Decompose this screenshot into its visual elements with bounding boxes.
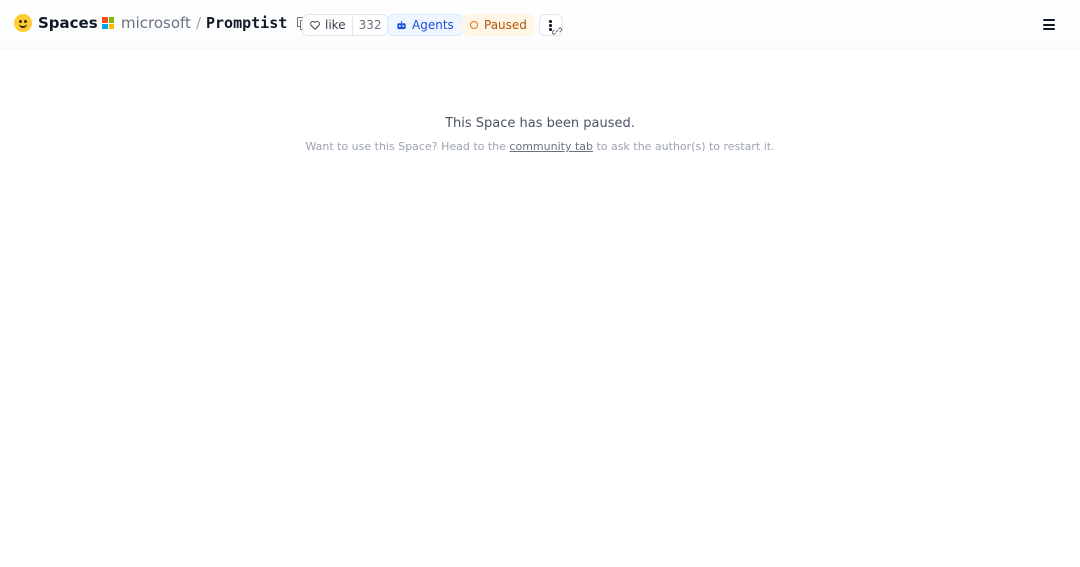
top-bar: Spaces microsoft / Promptist like 332 Ag… bbox=[0, 0, 1080, 50]
hugging-face-logo-icon bbox=[14, 14, 32, 32]
breadcrumb-separator: / bbox=[195, 14, 201, 32]
pause-circle-icon bbox=[470, 21, 478, 29]
status-label: Paused bbox=[484, 18, 527, 32]
paused-title: This Space has been paused. bbox=[445, 116, 635, 131]
repo-breadcrumb: microsoft / Promptist bbox=[102, 14, 311, 32]
repo-name-link[interactable]: Promptist bbox=[206, 14, 287, 32]
agents-label: Agents bbox=[412, 18, 454, 32]
spaces-label: Spaces bbox=[38, 14, 98, 32]
link-icon bbox=[552, 27, 562, 35]
more-options-button[interactable] bbox=[539, 14, 563, 36]
agents-button[interactable]: Agents bbox=[387, 14, 463, 36]
microsoft-logo-icon bbox=[102, 17, 114, 29]
hamburger-menu-icon[interactable] bbox=[1043, 19, 1055, 30]
like-toggle[interactable]: like bbox=[303, 15, 352, 35]
owner-link[interactable]: microsoft bbox=[121, 14, 191, 32]
status-badge: Paused bbox=[462, 14, 535, 36]
paused-message-suffix: to ask the author(s) to restart it. bbox=[596, 140, 775, 153]
spaces-brand-link[interactable]: Spaces bbox=[14, 14, 98, 32]
like-label: like bbox=[325, 18, 346, 32]
like-count[interactable]: 332 bbox=[351, 15, 388, 35]
heart-icon bbox=[310, 21, 320, 30]
paused-message: Want to use this Space? Head to the comm… bbox=[0, 140, 1080, 154]
robot-icon bbox=[397, 20, 406, 29]
community-tab-link[interactable]: community tab bbox=[509, 140, 593, 153]
paused-notice: This Space has been paused. Want to use … bbox=[0, 116, 1080, 154]
paused-message-prefix: Want to use this Space? Head to the bbox=[305, 140, 506, 153]
like-button[interactable]: like 332 bbox=[302, 14, 389, 36]
